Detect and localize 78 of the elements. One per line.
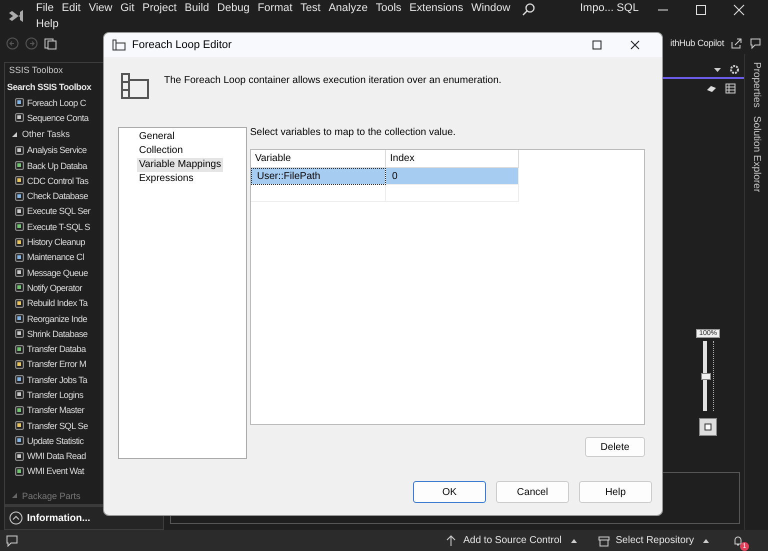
grid-cell[interactable]: User::FilePath [251,168,386,184]
project-icon[interactable] [44,36,57,50]
group-header[interactable]: Package Parts [5,487,163,504]
panel-title: SSIS Toolbox [8,64,64,77]
menu-item[interactable]: Edit [58,0,85,16]
toolbox-item[interactable]: Notify Operator [5,280,163,296]
menu-item[interactable]: Format [254,0,296,16]
toolbox-item[interactable]: Transfer Jobs Ta [5,372,163,388]
toolbox-item[interactable]: Transfer SQL Se [5,418,163,434]
page-item[interactable]: Variable Mappings [137,158,224,172]
menu-item[interactable]: Help [32,16,63,32]
dialog-button[interactable]: Cancel [496,481,569,503]
fit-button[interactable] [699,418,718,436]
dialog-description: The Foreach Loop container allows execution iteration over an enumeration. [164,75,502,88]
share-icon[interactable] [730,36,743,50]
menu-item[interactable]: Window [467,0,514,16]
chevron-up-icon [9,511,23,526]
toolbox-item[interactable]: Message Queue [5,264,163,280]
menu-item[interactable]: File [32,0,58,16]
feedback-icon[interactable] [749,36,762,50]
toolbox-item[interactable]: Rebuild Index Ta [5,296,163,311]
toolbox-item[interactable]: Execute T-SQL S [5,219,163,234]
side-tab[interactable]: Properties [751,62,762,108]
menu-item[interactable]: Analyze [324,0,372,16]
toolbox-item[interactable]: Maintenance Cl [5,250,163,265]
toolbox-item[interactable]: Reorganize Inde [5,310,163,326]
toolbox-item[interactable]: Transfer Databa [5,341,163,357]
dialog-button[interactable]: OK [413,481,486,503]
repository-button[interactable]: Select Repository [616,535,694,546]
window-title: Impo... SQL [580,2,639,14]
menu-item[interactable]: Git [116,0,138,16]
copilot-label[interactable]: ithHub Copilot [670,38,724,48]
table-icon[interactable] [725,82,736,94]
toolbox-item[interactable]: Foreach Loop C [5,95,163,110]
repository-icon [598,534,610,546]
zoom-slider[interactable] [701,341,716,411]
grid-cell[interactable]: 0 [386,168,518,184]
bell-icon[interactable] [732,534,744,546]
menu-item[interactable]: Project [138,0,181,16]
toolbox-item[interactable]: History Cleanup [5,234,163,250]
info-label: Information... [27,512,90,524]
delete-button[interactable]: Delete [585,437,645,457]
toolbox-item[interactable]: Sequence Conta [5,110,163,126]
instruction-text: Select variables to map to the collection value. [250,127,457,140]
menu-item[interactable]: Debug [213,0,254,16]
slider-thumb[interactable] [701,372,712,380]
toolbox-item[interactable]: Transfer Error M [5,356,163,372]
menu-item[interactable]: Tools [372,0,406,16]
menu-item[interactable]: Test [296,0,325,16]
toolbox-item[interactable]: Transfer Master [5,402,163,418]
menu-item[interactable]: View [84,0,116,16]
close-icon[interactable] [630,40,640,50]
maximize-icon[interactable] [592,40,602,50]
page-item[interactable]: General [137,130,177,144]
toolbox-item[interactable]: WMI Event Wat [5,464,163,480]
toolbox-item[interactable]: Check Database [5,188,163,204]
menu-item[interactable]: Extensions [405,0,468,16]
search-icon[interactable] [522,2,536,16]
page-item[interactable]: Collection [137,144,185,158]
toolbox-item[interactable]: Update Statistic [5,433,163,449]
dialog-title: Foreach Loop Editor [132,39,233,51]
loop-icon [120,71,150,101]
up-arrow-icon [445,534,458,546]
comment-icon[interactable] [6,534,18,546]
side-tab[interactable]: Solution Explorer [751,116,762,192]
dialog-button[interactable]: Help [579,481,652,503]
grid-row[interactable]: User::FilePath 0 [251,168,518,184]
toolbox-item[interactable]: WMI Data Read [5,448,163,464]
fit-icon [703,422,714,432]
toolbox-item[interactable]: Shrink Database [5,326,163,342]
toolbox-item[interactable]: Execute SQL Ser [5,204,163,220]
page-item[interactable]: Expressions [137,172,196,186]
menu-item[interactable]: Build [180,0,214,16]
toolbox-item[interactable]: Transfer Logins [5,387,163,403]
gear-icon[interactable] [729,64,740,75]
loop-icon [112,39,126,51]
source-control-button[interactable]: Add to Source Control [463,535,562,546]
app-logo [8,8,24,24]
